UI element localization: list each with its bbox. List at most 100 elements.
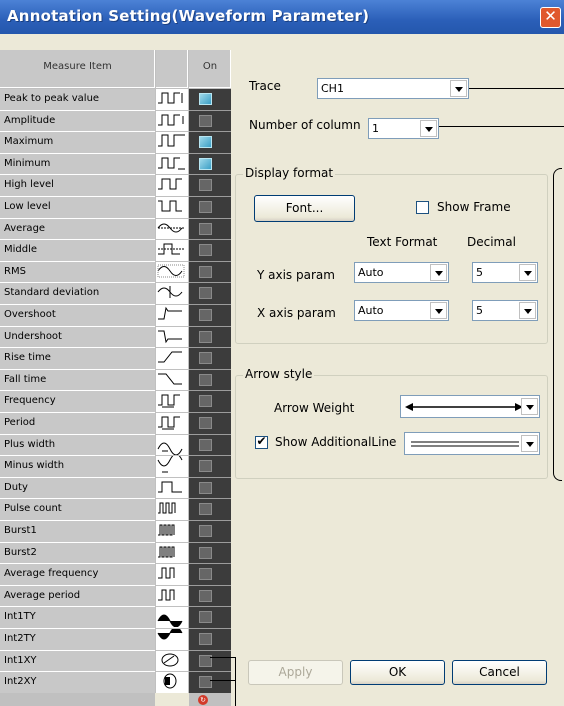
table-row[interactable]: Int1XY <box>0 650 231 673</box>
measure-item-label: RMS <box>0 261 155 284</box>
measure-on-checkbox[interactable] <box>199 546 212 559</box>
measure-on-checkbox[interactable] <box>199 201 212 213</box>
undershoot-waveform-icon <box>156 326 188 349</box>
show-additional-line-checkbox[interactable]: ✔ <box>255 434 268 449</box>
table-row[interactable]: Duty <box>0 477 231 500</box>
measure-on-checkbox[interactable] <box>199 179 212 192</box>
bracket-indicator <box>553 168 562 481</box>
table-row[interactable]: Average <box>0 218 231 241</box>
measure-on-checkbox[interactable] <box>199 568 212 581</box>
measure-on-checkbox[interactable] <box>199 676 212 689</box>
chevron-down-icon[interactable] <box>521 435 538 452</box>
measure-on-checkbox[interactable] <box>199 136 212 149</box>
chevron-down-icon[interactable] <box>450 80 467 97</box>
measure-on-checkbox[interactable] <box>199 633 212 645</box>
table-row[interactable]: High level <box>0 175 231 197</box>
arrow-style-group: Arrow style <box>235 367 548 479</box>
table-row[interactable]: Undershoot <box>0 326 231 349</box>
table-row[interactable]: Standard deviation <box>0 283 231 305</box>
table-row[interactable]: Peak to peak value <box>0 89 231 111</box>
chevron-down-icon[interactable] <box>430 302 447 319</box>
chevron-down-icon[interactable] <box>420 120 437 137</box>
show-frame-checkbox[interactable] <box>416 201 429 214</box>
measure-on-checkbox[interactable] <box>199 438 212 451</box>
measure-item-label: Maximum <box>0 132 155 154</box>
on-cell <box>189 650 231 673</box>
peak-to-peak-waveform-icon <box>156 89 188 111</box>
y-axis-decimal-dropdown[interactable]: 5 <box>472 262 538 283</box>
table-row[interactable]: Pulse count <box>0 499 231 521</box>
measure-on-checkbox[interactable] <box>199 157 212 170</box>
table-row[interactable]: Fall time <box>0 369 231 392</box>
measure-on-checkbox[interactable] <box>199 589 212 602</box>
measure-on-checkbox[interactable] <box>199 93 212 105</box>
on-cell <box>189 240 231 262</box>
y-axis-text-format-dropdown[interactable]: Auto <box>354 262 449 283</box>
close-button[interactable]: ✕ <box>540 7 561 28</box>
measure-on-checkbox[interactable] <box>199 611 212 624</box>
number-of-column-dropdown[interactable]: 1 <box>368 118 439 139</box>
number-of-column-label: Number of column <box>249 118 361 132</box>
table-row[interactable]: Minimum <box>0 153 231 176</box>
table-row[interactable]: Average frequency <box>0 564 231 586</box>
on-cell <box>189 542 231 565</box>
table-row[interactable]: Burst2 <box>0 542 231 565</box>
table-row[interactable]: Frequency <box>0 391 231 413</box>
trace-dropdown[interactable]: CH1 <box>317 78 469 99</box>
measure-on-checkbox[interactable] <box>199 309 212 321</box>
table-row[interactable]: Burst1 <box>0 521 231 543</box>
font-button[interactable]: Font... <box>254 195 355 222</box>
measure-on-checkbox[interactable] <box>199 373 212 386</box>
chevron-down-icon[interactable] <box>521 398 538 415</box>
column-header-measure-item: Measure Item <box>0 50 155 88</box>
table-row[interactable]: Average period <box>0 585 231 608</box>
table-row[interactable]: Period <box>0 413 231 435</box>
apply-button[interactable]: Apply <box>248 660 343 685</box>
on-cell <box>189 564 231 586</box>
table-row[interactable]: Minus width <box>0 456 231 478</box>
table-row[interactable]: Overshoot <box>0 305 231 327</box>
measure-on-checkbox[interactable] <box>199 265 212 278</box>
measure-on-checkbox[interactable] <box>199 244 212 257</box>
on-cell <box>189 499 231 521</box>
table-row[interactable]: RMS <box>0 261 231 284</box>
measure-on-checkbox[interactable] <box>199 330 212 343</box>
measure-item-label: Int1XY <box>0 650 155 673</box>
arrow-weight-dropdown[interactable] <box>400 395 540 418</box>
measure-on-checkbox[interactable] <box>199 395 212 408</box>
table-row[interactable]: Int1TY <box>0 607 231 629</box>
measure-on-checkbox[interactable] <box>199 114 212 127</box>
measure-on-checkbox[interactable] <box>199 481 212 494</box>
table-row[interactable]: Plus width <box>0 434 231 457</box>
refresh-icon[interactable]: ↻ <box>198 695 208 705</box>
table-row[interactable]: Low level <box>0 197 231 219</box>
ok-button[interactable]: OK <box>350 660 445 685</box>
measure-on-checkbox[interactable] <box>199 352 212 365</box>
x-axis-text-format-dropdown[interactable]: Auto <box>354 300 449 321</box>
cancel-button[interactable]: Cancel <box>452 660 547 685</box>
table-row[interactable]: Middle <box>0 240 231 262</box>
trace-label: Trace <box>249 79 281 93</box>
chevron-down-icon[interactable] <box>519 302 536 319</box>
measure-item-label: Int1TY <box>0 607 155 629</box>
fall-time-waveform-icon <box>156 369 188 392</box>
measure-on-checkbox[interactable] <box>199 222 212 235</box>
chevron-down-icon[interactable] <box>519 264 536 281</box>
measure-item-label: Amplitude <box>0 110 155 133</box>
table-row[interactable]: Amplitude <box>0 110 231 133</box>
measure-on-checkbox[interactable] <box>199 287 212 300</box>
show-frame-label: Show Frame <box>437 200 511 214</box>
measure-item-label: Fall time <box>0 369 155 392</box>
measure-on-checkbox[interactable] <box>199 503 212 516</box>
table-row[interactable]: Int2XY <box>0 672 231 694</box>
table-row[interactable]: Rise time <box>0 348 231 370</box>
middle-waveform-icon <box>156 240 188 262</box>
table-row[interactable]: Maximum <box>0 132 231 154</box>
measure-on-checkbox[interactable] <box>199 525 212 537</box>
chevron-down-icon[interactable] <box>430 264 447 281</box>
measure-on-checkbox[interactable] <box>199 460 212 473</box>
additional-line-style-dropdown[interactable] <box>404 432 540 455</box>
table-row[interactable]: Int2TY <box>0 629 231 651</box>
x-axis-decimal-dropdown[interactable]: 5 <box>472 300 538 321</box>
measure-on-checkbox[interactable] <box>199 417 212 429</box>
